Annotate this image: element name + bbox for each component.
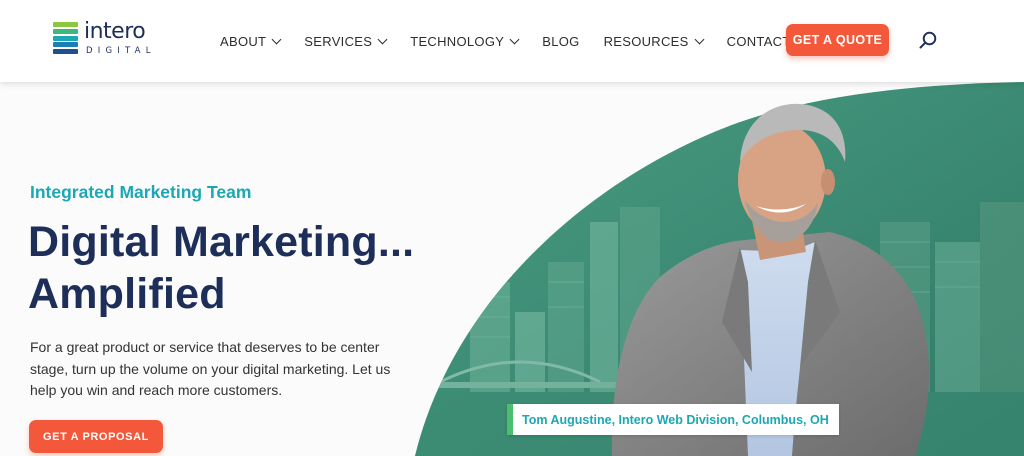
nav-item-about[interactable]: ABOUT <box>220 33 282 49</box>
chevron-down-icon <box>509 34 520 44</box>
nav-item-services[interactable]: SERVICES <box>304 33 388 49</box>
chevron-down-icon <box>377 34 388 44</box>
main-nav: ABOUT SERVICES TECHNOLOGY BLOG RESOURCES… <box>220 0 837 82</box>
site-header: intero DIGITAL ABOUT SERVICES TECHNOLOGY… <box>0 0 1024 82</box>
logo-wordmark: intero <box>84 19 146 44</box>
chevron-down-icon <box>271 34 282 44</box>
nav-label: ABOUT <box>220 33 267 49</box>
headline-line-2: Amplified <box>28 270 226 318</box>
nav-item-blog[interactable]: BLOG <box>542 34 579 49</box>
logo-bars-icon <box>53 22 78 55</box>
photo-caption: Tom Augustine, Intero Web Division, Colu… <box>507 404 839 435</box>
hero-eyebrow: Integrated Marketing Team <box>30 182 252 202</box>
chevron-down-icon <box>694 34 705 44</box>
hero-headline: Digital Marketing... Amplified <box>28 216 508 320</box>
headline-line-1: Digital Marketing... <box>28 218 415 266</box>
nav-item-resources[interactable]: RESOURCES <box>603 33 705 49</box>
intero-digital-logo[interactable]: intero DIGITAL <box>53 19 163 58</box>
nav-label: RESOURCES <box>603 33 689 49</box>
nav-label: BLOG <box>542 33 580 49</box>
nav-label: TECHNOLOGY <box>410 33 505 49</box>
get-a-proposal-button[interactable]: GET A PROPOSAL <box>29 420 163 453</box>
get-a-quote-button[interactable]: GET A QUOTE <box>786 24 889 56</box>
nav-item-technology[interactable]: TECHNOLOGY <box>410 33 520 49</box>
search-icon[interactable] <box>919 31 937 49</box>
logo-subtitle: DIGITAL <box>86 46 156 56</box>
hero-section: Integrated Marketing Team Digital Market… <box>0 82 1024 456</box>
nav-label: SERVICES <box>304 33 373 49</box>
hero-body-text: For a great product or service that dese… <box>30 339 391 398</box>
